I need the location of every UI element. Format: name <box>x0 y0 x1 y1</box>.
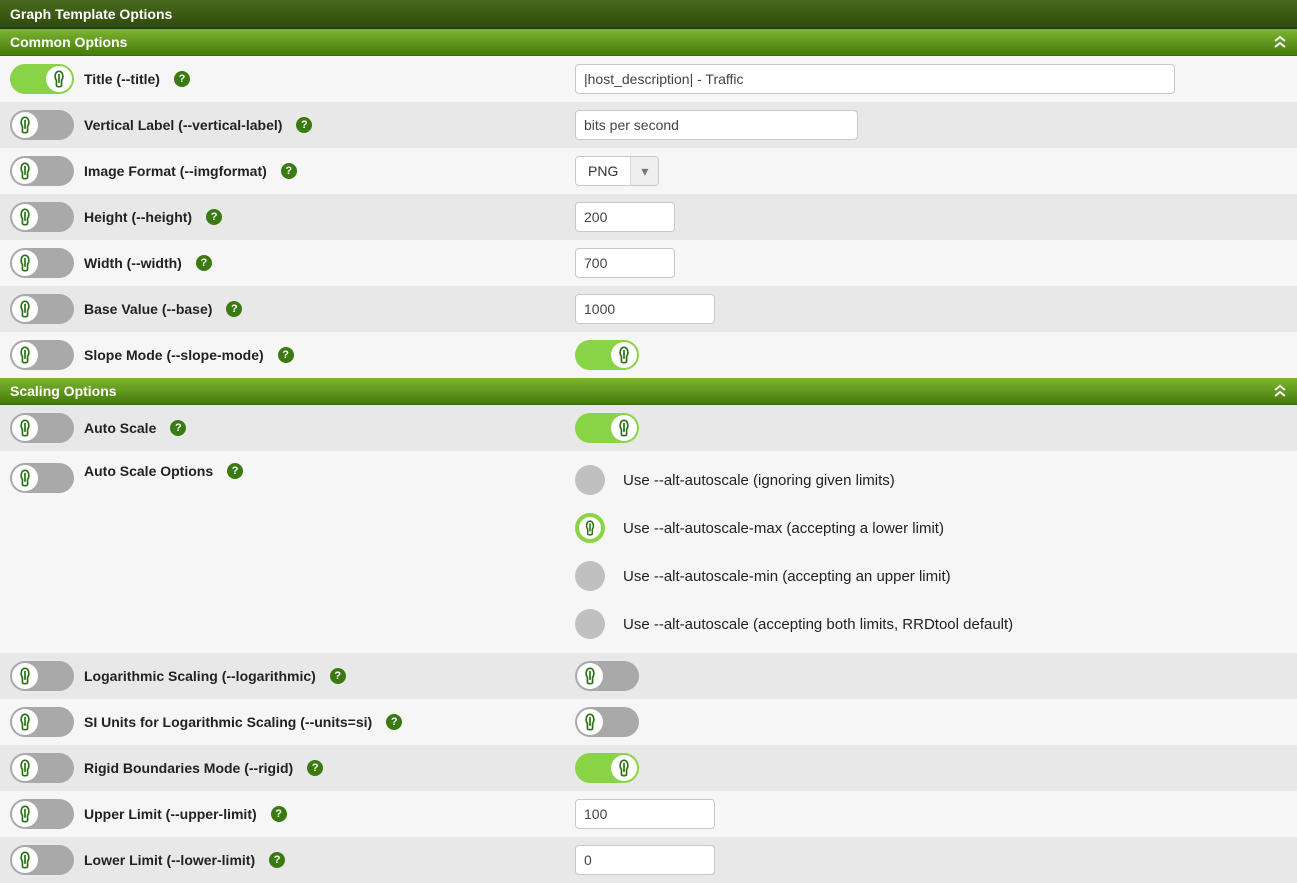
template-toggle-imgformat[interactable] <box>10 156 74 186</box>
width-input[interactable] <box>575 248 675 278</box>
help-icon[interactable]: ? <box>278 347 294 363</box>
chevron-up-icon[interactable] <box>1273 35 1287 49</box>
label-lower: Lower Limit (--lower-limit) <box>84 852 255 868</box>
image-format-select[interactable]: PNG ▾ <box>575 156 659 186</box>
label-autoscale: Auto Scale <box>84 420 156 436</box>
label-height: Height (--height) <box>84 209 192 225</box>
template-toggle-slope[interactable] <box>10 340 74 370</box>
help-icon[interactable]: ? <box>386 714 402 730</box>
height-input[interactable] <box>575 202 675 232</box>
label-base: Base Value (--base) <box>84 301 212 317</box>
help-icon[interactable]: ? <box>281 163 297 179</box>
autoscale-options-group: Use --alt-autoscale (ignoring given limi… <box>575 463 1013 639</box>
radio-option-alt-autoscale-max[interactable]: Use --alt-autoscale-max (accepting a low… <box>575 513 1013 543</box>
template-toggle-vlabel[interactable] <box>10 110 74 140</box>
autoscale-toggle[interactable] <box>575 413 639 443</box>
help-icon[interactable]: ? <box>296 117 312 133</box>
label-width: Width (--width) <box>84 255 182 271</box>
section-header-common[interactable]: Common Options <box>0 29 1297 56</box>
section-header-scaling[interactable]: Scaling Options <box>0 378 1297 405</box>
template-toggle-rigid[interactable] <box>10 753 74 783</box>
template-toggle-si[interactable] <box>10 707 74 737</box>
radio-option-alt-autoscale[interactable]: Use --alt-autoscale (ignoring given limi… <box>575 465 1013 495</box>
help-icon[interactable]: ? <box>174 71 190 87</box>
row-width: Width (--width) ? <box>0 240 1297 286</box>
radio-option-alt-autoscale-both[interactable]: Use --alt-autoscale (accepting both limi… <box>575 609 1013 639</box>
template-toggle-base[interactable] <box>10 294 74 324</box>
row-lower-limit: Lower Limit (--lower-limit) ? <box>0 837 1297 883</box>
section-title-common: Common Options <box>10 34 127 50</box>
template-toggle-log[interactable] <box>10 661 74 691</box>
title-input[interactable] <box>575 64 1175 94</box>
upper-limit-input[interactable] <box>575 799 715 829</box>
section-title-scaling: Scaling Options <box>10 383 117 399</box>
radio-icon[interactable] <box>575 609 605 639</box>
rigid-toggle[interactable] <box>575 753 639 783</box>
radio-label: Use --alt-autoscale (accepting both limi… <box>623 616 1013 633</box>
template-toggle-title[interactable] <box>10 64 74 94</box>
template-toggle-width[interactable] <box>10 248 74 278</box>
radio-icon[interactable] <box>575 561 605 591</box>
label-imgformat: Image Format (--imgformat) <box>84 163 267 179</box>
si-units-toggle[interactable] <box>575 707 639 737</box>
lower-limit-input[interactable] <box>575 845 715 875</box>
logarithmic-toggle[interactable] <box>575 661 639 691</box>
radio-label: Use --alt-autoscale-min (accepting an up… <box>623 568 951 585</box>
template-toggle-autoscale[interactable] <box>10 413 74 443</box>
radio-label: Use --alt-autoscale-max (accepting a low… <box>623 520 944 537</box>
row-logarithmic: Logarithmic Scaling (--logarithmic) ? <box>0 653 1297 699</box>
row-vertical-label: Vertical Label (--vertical-label) ? <box>0 102 1297 148</box>
help-icon[interactable]: ? <box>196 255 212 271</box>
label-vlabel: Vertical Label (--vertical-label) <box>84 117 282 133</box>
label-log: Logarithmic Scaling (--logarithmic) <box>84 668 316 684</box>
radio-icon[interactable] <box>575 465 605 495</box>
template-toggle-lower[interactable] <box>10 845 74 875</box>
help-icon[interactable]: ? <box>170 420 186 436</box>
chevron-up-icon[interactable] <box>1273 384 1287 398</box>
help-icon[interactable]: ? <box>226 301 242 317</box>
help-icon[interactable]: ? <box>307 760 323 776</box>
help-icon[interactable]: ? <box>227 463 243 479</box>
row-autoscale-options: Auto Scale Options ? Use --alt-autoscale… <box>0 451 1297 653</box>
help-icon[interactable]: ? <box>330 668 346 684</box>
label-upper: Upper Limit (--upper-limit) <box>84 806 257 822</box>
panel-header: Graph Template Options <box>0 0 1297 29</box>
help-icon[interactable]: ? <box>206 209 222 225</box>
row-height: Height (--height) ? <box>0 194 1297 240</box>
vertical-label-input[interactable] <box>575 110 858 140</box>
label-title: Title (--title) <box>84 71 160 87</box>
radio-label: Use --alt-autoscale (ignoring given limi… <box>623 472 895 489</box>
row-si-units: SI Units for Logarithmic Scaling (--unit… <box>0 699 1297 745</box>
template-toggle-upper[interactable] <box>10 799 74 829</box>
base-input[interactable] <box>575 294 715 324</box>
row-rigid: Rigid Boundaries Mode (--rigid) ? <box>0 745 1297 791</box>
label-rigid: Rigid Boundaries Mode (--rigid) <box>84 760 293 776</box>
row-base: Base Value (--base) ? <box>0 286 1297 332</box>
radio-option-alt-autoscale-min[interactable]: Use --alt-autoscale-min (accepting an up… <box>575 561 1013 591</box>
row-upper-limit: Upper Limit (--upper-limit) ? <box>0 791 1297 837</box>
chevron-down-icon: ▾ <box>630 157 658 185</box>
label-autoscale-opts: Auto Scale Options <box>84 463 213 479</box>
image-format-value: PNG <box>576 163 630 179</box>
label-slope: Slope Mode (--slope-mode) <box>84 347 264 363</box>
template-toggle-autoscale-opts[interactable] <box>10 463 74 493</box>
slope-mode-toggle[interactable] <box>575 340 639 370</box>
panel-title: Graph Template Options <box>10 6 172 22</box>
row-title: Title (--title) ? <box>0 56 1297 102</box>
help-icon[interactable]: ? <box>271 806 287 822</box>
help-icon[interactable]: ? <box>269 852 285 868</box>
template-toggle-height[interactable] <box>10 202 74 232</box>
row-slope: Slope Mode (--slope-mode) ? <box>0 332 1297 378</box>
row-image-format: Image Format (--imgformat) ? PNG ▾ <box>0 148 1297 194</box>
row-autoscale: Auto Scale ? <box>0 405 1297 451</box>
graph-template-options-panel: Graph Template Options Common Options Ti… <box>0 0 1297 883</box>
radio-icon[interactable] <box>575 513 605 543</box>
label-si: SI Units for Logarithmic Scaling (--unit… <box>84 714 372 730</box>
